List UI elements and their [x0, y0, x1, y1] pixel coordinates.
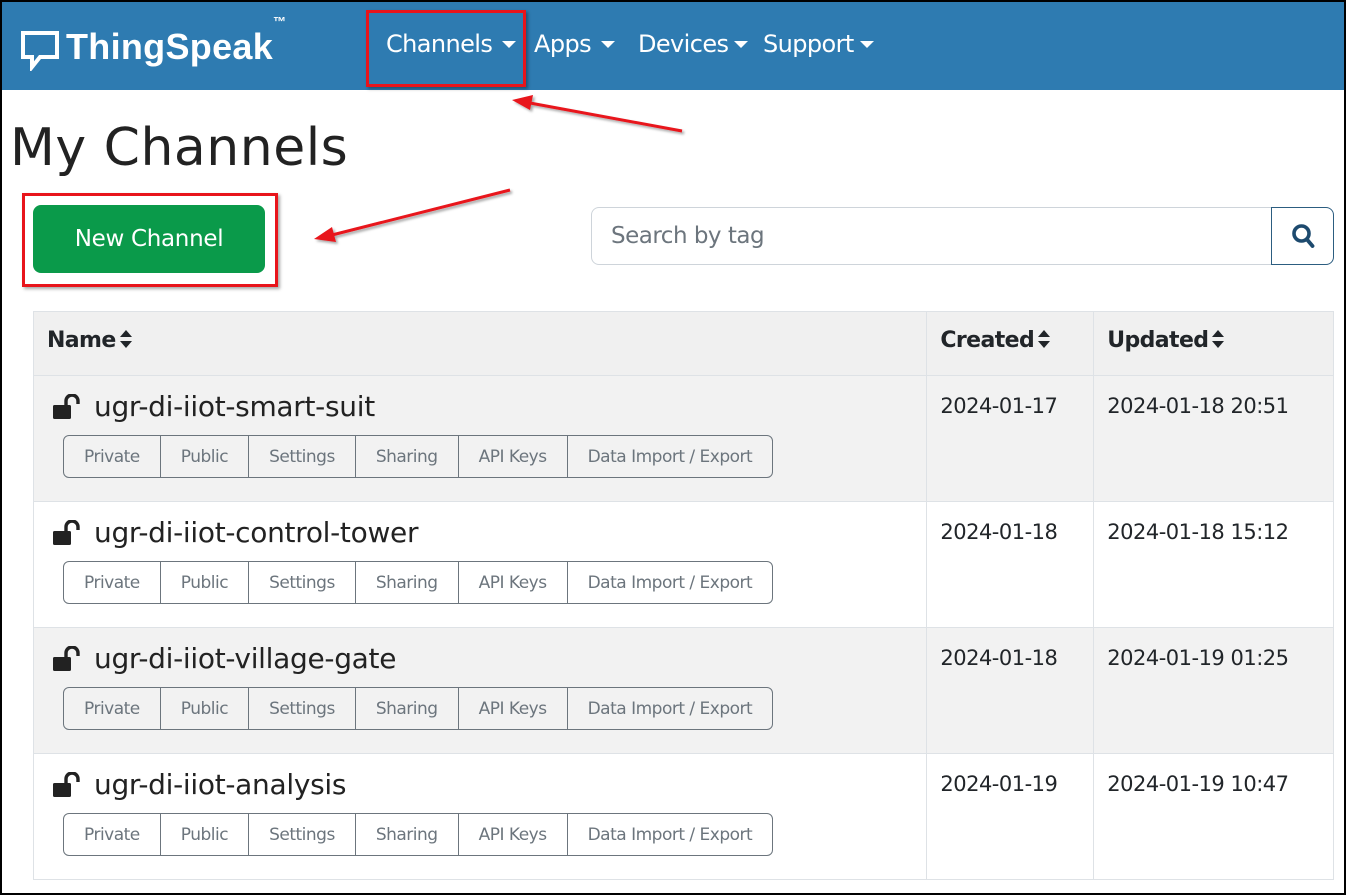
- arrow-to-channels: [512, 95, 683, 133]
- search-button[interactable]: [1271, 207, 1334, 265]
- channel-actions: Private Public Settings Sharing API Keys Data…: [63, 687, 774, 730]
- search-by-tag-input[interactable]: [591, 207, 1273, 265]
- channel-settings-button[interactable]: Settings: [249, 688, 356, 729]
- channel-actions: Private Public Settings Sharing API Keys Data…: [63, 561, 774, 604]
- sort-icon: [1212, 330, 1225, 348]
- name-cell: ugr-di-iiot-analysis Private Public Settin…: [32, 753, 928, 880]
- channel-name: ugr-di-iiot-smart-suit: [94, 390, 375, 423]
- channel-name-link[interactable]: ugr-di-iiot-control-tower: [52, 516, 910, 549]
- name-cell: ugr-di-iiot-control-tower Private Public S…: [32, 501, 928, 628]
- channel-api-keys-button[interactable]: API Keys: [459, 436, 568, 477]
- created-date: 2024-01-17: [926, 375, 1095, 502]
- speech-bubble-icon: [21, 31, 59, 71]
- channel-sharing-button[interactable]: Sharing: [356, 814, 459, 855]
- caret-down-icon: [502, 40, 517, 48]
- updated-date: 2024-01-18 20:51: [1093, 375, 1334, 502]
- updated-date: 2024-01-19 10:47: [1093, 753, 1334, 880]
- name-cell: ugr-di-iiot-village-gate Private Public Se…: [32, 627, 928, 754]
- caret-down-icon: [734, 40, 749, 48]
- unlock-icon: [53, 393, 80, 419]
- channel-public-button[interactable]: Public: [161, 688, 250, 729]
- channel-sharing-button[interactable]: Sharing: [356, 688, 459, 729]
- nav-devices[interactable]: Devices: [638, 30, 749, 58]
- column-updated-label: Updated: [1107, 328, 1209, 353]
- nav-apps[interactable]: Apps: [534, 30, 615, 58]
- caret-down-icon: [601, 40, 615, 48]
- channel-name-link[interactable]: ugr-di-iiot-analysis: [52, 768, 910, 801]
- channel-api-keys-button[interactable]: API Keys: [459, 688, 568, 729]
- column-header-created[interactable]: Created: [926, 311, 1095, 376]
- column-header-name[interactable]: Name: [32, 311, 928, 376]
- channel-name: ugr-di-iiot-control-tower: [94, 516, 419, 549]
- channel-name-link[interactable]: ugr-di-iiot-smart-suit: [52, 390, 910, 423]
- column-name-label: Name: [47, 328, 116, 353]
- sort-icon: [119, 330, 132, 348]
- unlock-icon: [53, 645, 80, 671]
- unlock-icon: [53, 771, 80, 797]
- name-cell: ugr-di-iiot-smart-suit Private Public Sett…: [32, 375, 928, 502]
- nav-support-label: Support: [763, 30, 854, 58]
- created-date: 2024-01-19: [926, 753, 1095, 880]
- channel-actions: Private Public Settings Sharing API Keys Data…: [63, 813, 774, 856]
- unlock-icon: [53, 519, 80, 545]
- channel-settings-button[interactable]: Settings: [249, 814, 356, 855]
- channel-name: ugr-di-iiot-village-gate: [94, 642, 397, 675]
- top-navbar: ThingSpeak™ Channels Apps Devices Suppor…: [2, 2, 1344, 90]
- channel-private-button[interactable]: Private: [64, 436, 161, 477]
- channel-data-import-export-button[interactable]: Data Import / Export: [568, 436, 773, 477]
- page-title: My Channels: [10, 118, 349, 178]
- channel-public-button[interactable]: Public: [161, 436, 250, 477]
- brand-name: ThingSpeak™: [66, 14, 287, 67]
- channel-public-button[interactable]: Public: [161, 814, 250, 855]
- nav-devices-label: Devices: [638, 30, 729, 58]
- table-header-row: Name Created Updated: [32, 311, 1334, 376]
- channel-private-button[interactable]: Private: [64, 814, 161, 855]
- arrow-to-new-channel: [314, 188, 511, 242]
- new-channel-button[interactable]: New Channel: [33, 205, 265, 273]
- channel-private-button[interactable]: Private: [64, 688, 161, 729]
- nav-channels[interactable]: Channels: [386, 30, 517, 58]
- caret-down-icon: [859, 40, 874, 48]
- nav-channels-label: Channels: [386, 30, 493, 58]
- thingspeak-logo[interactable]: ThingSpeak™: [20, 14, 287, 72]
- channel-name: ugr-di-iiot-analysis: [94, 768, 347, 801]
- nav-apps-label: Apps: [534, 30, 592, 58]
- channel-settings-button[interactable]: Settings: [249, 436, 356, 477]
- channel-api-keys-button[interactable]: API Keys: [459, 814, 568, 855]
- table-row: ugr-di-iiot-smart-suit Private Public Sett…: [32, 375, 1334, 502]
- channel-data-import-export-button[interactable]: Data Import / Export: [568, 814, 773, 855]
- column-header-updated[interactable]: Updated: [1093, 311, 1334, 376]
- channel-data-import-export-button[interactable]: Data Import / Export: [568, 562, 773, 603]
- updated-date: 2024-01-18 15:12: [1093, 501, 1334, 628]
- channel-sharing-button[interactable]: Sharing: [356, 562, 459, 603]
- channel-settings-button[interactable]: Settings: [249, 562, 356, 603]
- channel-name-link[interactable]: ugr-di-iiot-village-gate: [52, 642, 910, 675]
- sort-icon: [1038, 330, 1051, 348]
- table-row: ugr-di-iiot-village-gate Private Public Se…: [32, 627, 1334, 754]
- channel-public-button[interactable]: Public: [161, 562, 250, 603]
- channel-api-keys-button[interactable]: API Keys: [459, 562, 568, 603]
- channel-actions: Private Public Settings Sharing API Keys Data…: [63, 435, 774, 478]
- column-created-label: Created: [940, 328, 1035, 353]
- table-row: ugr-di-iiot-control-tower Private Public S…: [32, 501, 1334, 628]
- channel-data-import-export-button[interactable]: Data Import / Export: [568, 688, 773, 729]
- nav-support[interactable]: Support: [763, 30, 874, 58]
- channels-table: Name Created Updated ugr-di-iiot-smart-s…: [32, 311, 1334, 880]
- created-date: 2024-01-18: [926, 501, 1095, 628]
- channel-sharing-button[interactable]: Sharing: [356, 436, 459, 477]
- updated-date: 2024-01-19 01:25: [1093, 627, 1334, 754]
- created-date: 2024-01-18: [926, 627, 1095, 754]
- channel-private-button[interactable]: Private: [64, 562, 161, 603]
- table-row: ugr-di-iiot-analysis Private Public Settin…: [32, 753, 1334, 880]
- search-icon: [1291, 224, 1314, 248]
